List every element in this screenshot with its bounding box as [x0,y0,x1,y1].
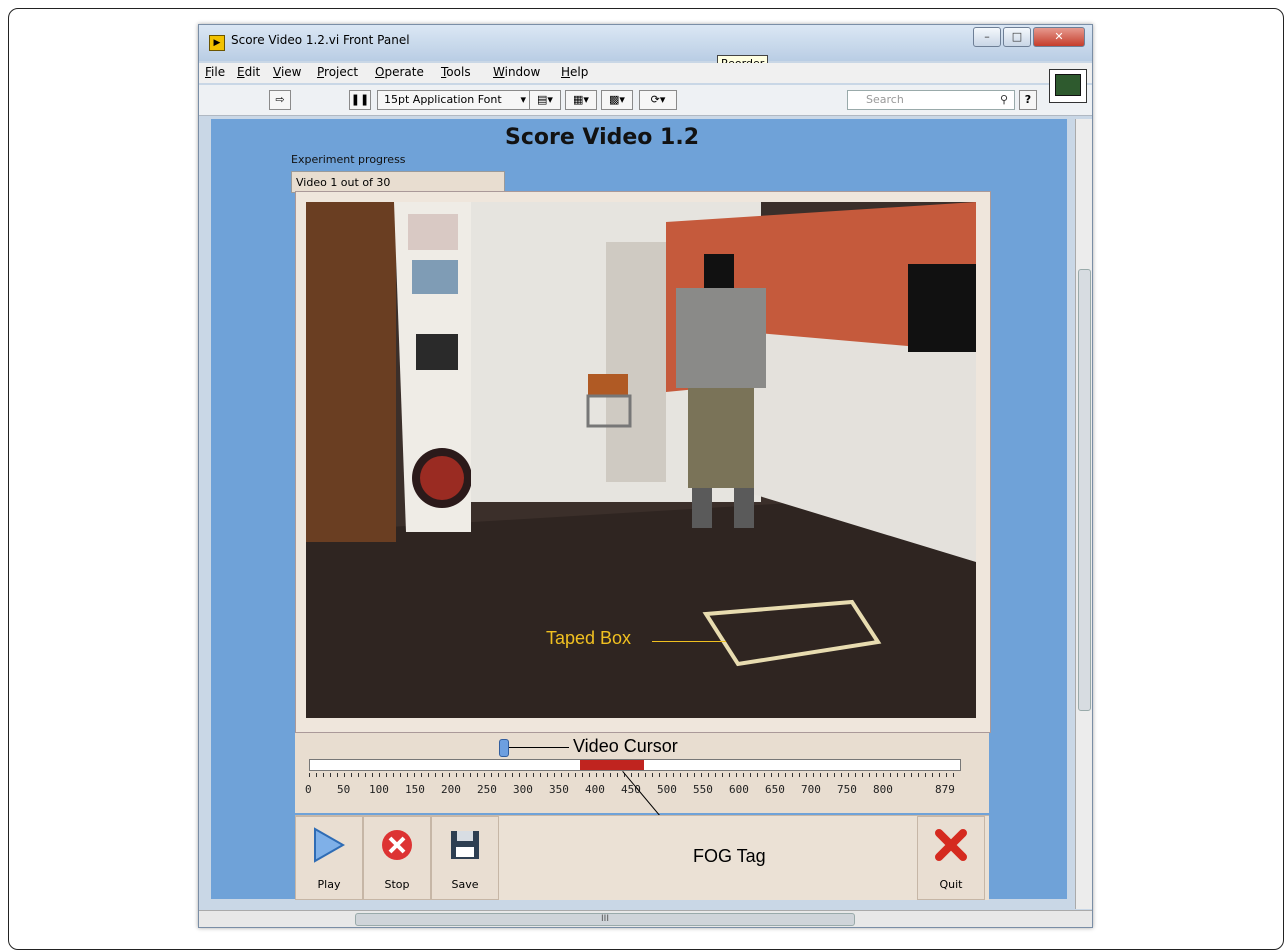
tick-label: 550 [693,783,713,796]
horizontal-scrollbar[interactable]: III [199,910,1092,927]
tick-label: 250 [477,783,497,796]
video-cursor-thumb[interactable] [499,739,509,757]
resize-objects-button[interactable]: ▩▾ [601,90,633,110]
play-button[interactable]: Play [295,816,363,900]
page-title: Score Video 1.2 [505,125,700,150]
menu-edit[interactable]: Edit [237,65,260,79]
tick-label: 150 [405,783,425,796]
video-frame: Taped Box [295,191,991,733]
play-button-label: Play [317,878,341,891]
experiment-progress-label: Experiment progress [291,153,406,166]
tick-label: 800 [873,783,893,796]
help-button[interactable]: ? [1019,90,1037,110]
front-panel: Score Video 1.2 Experiment progress Vide… [211,119,1067,900]
video-cursor-annotation: Video Cursor [573,736,678,756]
menu-tools[interactable]: Tools [441,65,471,79]
tick-label: 879 [935,783,955,796]
maximize-button[interactable]: □ [1003,27,1031,47]
title-bar: ▶ Score Video 1.2.vi Front Panel – □ ✕ [199,25,1092,61]
save-button[interactable]: Save [431,816,499,900]
tick-label: 50 [337,783,351,796]
video-cursor-pointer [509,747,569,748]
align-objects-button[interactable]: ▤▾ [529,90,561,110]
video-slider-area: Video Cursor 0 50 100 150 200 250 300 35… [295,733,989,841]
tick-label: 500 [657,783,677,796]
tick-label: 300 [513,783,533,796]
quit-button[interactable]: Quit [917,816,985,900]
tick-label: 650 [765,783,785,796]
quit-x-icon [935,829,967,861]
video-position-slider[interactable] [309,759,961,771]
save-button-label: Save [451,878,479,891]
tick-label: 0 [305,783,312,796]
reorder-button[interactable]: ⟳▾ [639,90,677,110]
stop-button[interactable]: Stop [363,816,431,900]
horizontal-scroll-thumb[interactable]: III [355,913,855,926]
tick-label: 750 [837,783,857,796]
search-input[interactable]: Search ⚲ [847,90,1015,110]
menu-view[interactable]: View [273,65,301,79]
labview-icon: ▶ [209,35,225,51]
tick-label: 400 [585,783,605,796]
slider-scale [309,773,959,777]
menu-bar: File Edit View Project Operate Tools Win… [199,63,1092,83]
experiment-progress-indicator: Video 1 out of 30 [291,171,505,193]
toolbar: ⇨ ❚❚ 15pt Application Font ▾ ▤▾ ▦▾ ▩▾ ⟳▾… [199,85,1092,116]
labview-window: ▶ Score Video 1.2.vi Front Panel – □ ✕ R… [198,24,1093,928]
distribute-objects-button[interactable]: ▦▾ [565,90,597,110]
quit-button-label: Quit [939,878,963,891]
taped-box-pointer [652,641,726,642]
tick-label: 200 [441,783,461,796]
run-arrow-button[interactable]: ⇨ [269,90,291,110]
vi-icon [1049,69,1087,103]
menu-window[interactable]: Window [493,65,540,79]
video-frame-image [306,202,976,718]
play-icon [314,827,346,863]
close-button[interactable]: ✕ [1033,27,1085,47]
menu-help[interactable]: Help [561,65,588,79]
vertical-scrollbar[interactable] [1075,119,1092,909]
vertical-scroll-thumb[interactable] [1078,269,1091,711]
fog-tag-range [580,760,644,770]
menu-project[interactable]: Project [317,65,358,79]
menu-operate[interactable]: Operate [375,65,424,79]
search-placeholder: Search [866,93,904,106]
fog-tag-annotation: FOG Tag [693,846,766,866]
font-select[interactable]: 15pt Application Font ▾ [377,90,531,110]
chevron-down-icon: ▾ [520,93,526,106]
stop-button-label: Stop [384,878,410,891]
control-buttons-area: Play Stop Save FOG Tag Quit [295,815,989,900]
menu-file[interactable]: File [205,65,225,79]
floppy-disk-icon [451,831,479,859]
pause-button[interactable]: ❚❚ [349,90,371,110]
font-select-label: 15pt Application Font [384,93,502,106]
stop-icon [382,830,412,860]
tick-label: 700 [801,783,821,796]
minimize-button[interactable]: – [973,27,1001,47]
tick-label: 100 [369,783,389,796]
taped-box-annotation: Taped Box [546,628,632,648]
window-title: Score Video 1.2.vi Front Panel [231,33,410,47]
video-display: Taped Box [306,202,976,718]
search-icon: ⚲ [999,93,1008,106]
tick-label: 600 [729,783,749,796]
tick-label: 350 [549,783,569,796]
